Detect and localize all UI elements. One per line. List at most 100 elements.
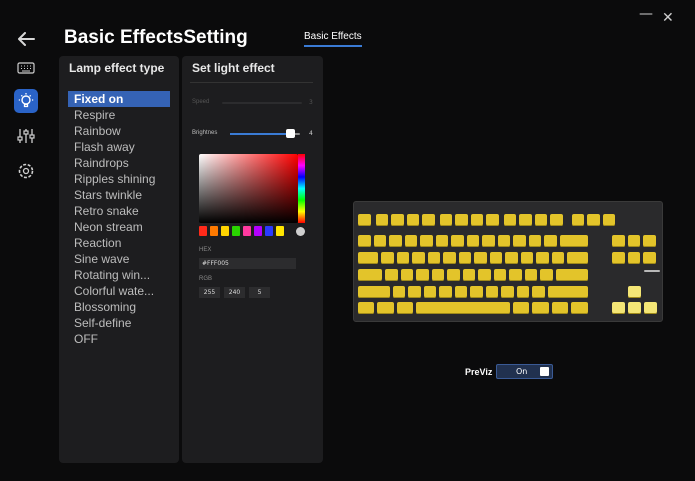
keyboard-key[interactable] — [627, 252, 640, 264]
keyboard-key[interactable] — [431, 269, 445, 281]
keyboard-key[interactable] — [493, 269, 507, 281]
color-swatch[interactable] — [210, 226, 218, 236]
lightbulb-icon[interactable] — [14, 89, 38, 113]
keyboard-key[interactable] — [612, 235, 625, 247]
keyboard-key[interactable] — [509, 269, 522, 281]
keyboard-key[interactable] — [447, 269, 460, 281]
keyboard-key[interactable] — [406, 214, 419, 226]
effect-item[interactable]: Fixed on — [68, 91, 170, 107]
keyboard-key[interactable] — [404, 235, 417, 247]
color-swatch[interactable] — [276, 226, 284, 236]
hex-input[interactable]: #FFF005 — [199, 258, 296, 269]
effect-item[interactable]: Reaction — [68, 235, 170, 251]
keyboard-key[interactable] — [358, 286, 390, 298]
keyboard-key[interactable] — [555, 269, 588, 281]
back-arrow-icon[interactable] — [14, 27, 38, 51]
keyboard-key[interactable] — [373, 235, 386, 247]
keyboard-key[interactable] — [466, 235, 479, 247]
keyboard-key[interactable] — [377, 302, 394, 314]
keyboard-key[interactable] — [550, 214, 563, 226]
keyboard-key[interactable] — [400, 269, 414, 281]
keyboard-key[interactable] — [454, 286, 468, 298]
white-color-dot[interactable] — [296, 227, 305, 236]
keyboard-key[interactable] — [643, 235, 656, 247]
keyboard-key[interactable] — [501, 286, 514, 298]
color-picker-area[interactable] — [199, 154, 298, 223]
keyboard-key[interactable] — [462, 269, 476, 281]
speed-slider[interactable] — [222, 102, 302, 104]
keyboard-key[interactable] — [458, 252, 472, 264]
tab-basic-effects[interactable]: Basic Effects — [304, 31, 362, 47]
keyboard-key[interactable] — [396, 302, 414, 314]
gear-icon[interactable] — [14, 159, 38, 183]
effect-item[interactable]: Retro snake — [68, 203, 170, 219]
previz-toggle[interactable]: On — [496, 364, 553, 379]
keyboard-key[interactable] — [559, 235, 588, 247]
keyboard-key[interactable] — [532, 302, 549, 314]
color-swatch[interactable] — [221, 226, 229, 236]
keyboard-key[interactable] — [628, 302, 641, 314]
keyboard-key[interactable] — [423, 286, 437, 298]
keyboard-key[interactable] — [392, 286, 406, 298]
color-swatch[interactable] — [243, 226, 251, 236]
rgb-blue-input[interactable]: 5 — [249, 287, 270, 298]
keyboard-key[interactable] — [451, 235, 464, 247]
effect-item[interactable]: OFF — [68, 331, 170, 347]
sliders-icon[interactable] — [14, 124, 38, 148]
keyboard-key[interactable] — [567, 252, 588, 264]
keyboard-key[interactable] — [505, 252, 518, 264]
keyboard-key[interactable] — [627, 235, 640, 247]
keyboard-key[interactable] — [358, 302, 375, 314]
keyboard-key[interactable] — [396, 252, 410, 264]
keyboard-key[interactable] — [375, 214, 388, 226]
keyboard-key[interactable] — [408, 286, 421, 298]
keyboard-key[interactable] — [389, 235, 402, 247]
keyboard-key[interactable] — [628, 286, 641, 298]
keyboard-key[interactable] — [482, 235, 495, 247]
keyboard-key[interactable] — [612, 252, 625, 264]
keyboard-key[interactable] — [524, 269, 538, 281]
keyboard-key[interactable] — [435, 235, 448, 247]
keyboard-key[interactable] — [612, 302, 625, 314]
keyboard-key[interactable] — [497, 235, 510, 247]
keyboard-key[interactable] — [547, 286, 588, 298]
keyboard-key[interactable] — [470, 286, 483, 298]
close-button[interactable]: ✕ — [662, 10, 674, 26]
keyboard-key[interactable] — [391, 214, 404, 226]
keyboard-key[interactable] — [544, 235, 557, 247]
effect-item[interactable]: Rainbow — [68, 123, 170, 139]
keyboard-key[interactable] — [486, 214, 499, 226]
keyboard-key[interactable] — [519, 214, 532, 226]
keyboard-key[interactable] — [503, 214, 516, 226]
keyboard-key[interactable] — [427, 252, 441, 264]
color-swatch[interactable] — [232, 226, 240, 236]
keyboard-key[interactable] — [534, 214, 547, 226]
keyboard-key[interactable] — [485, 286, 499, 298]
effect-item[interactable]: Colorful wate... — [68, 283, 170, 299]
keyboard-key[interactable] — [571, 302, 588, 314]
effect-item[interactable]: Rotating win... — [68, 267, 170, 283]
keyboard-key[interactable] — [358, 252, 379, 264]
keyboard-key[interactable] — [358, 269, 383, 281]
keyboard-key[interactable] — [412, 252, 425, 264]
effect-item[interactable]: Ripples shining — [68, 171, 170, 187]
keyboard-key[interactable] — [416, 302, 510, 314]
keyboard-key[interactable] — [516, 286, 530, 298]
effect-item[interactable]: Blossoming — [68, 299, 170, 315]
rgb-green-input[interactable]: 240 — [224, 287, 245, 298]
brightness-slider-thumb[interactable] — [285, 129, 295, 138]
rgb-red-input[interactable]: 255 — [199, 287, 220, 298]
minimize-button[interactable]: — — [639, 6, 653, 22]
effect-item[interactable]: Raindrops — [68, 155, 170, 171]
color-swatch[interactable] — [199, 226, 207, 236]
keyboard-key[interactable] — [443, 252, 456, 264]
keyboard-key[interactable] — [602, 214, 615, 226]
color-swatch[interactable] — [265, 226, 273, 236]
keyboard-key[interactable] — [478, 269, 491, 281]
effect-item[interactable]: Self-define — [68, 315, 170, 331]
keyboard-key[interactable] — [513, 302, 530, 314]
effect-item[interactable]: Stars twinkle — [68, 187, 170, 203]
keyboard-key[interactable] — [420, 235, 433, 247]
keyboard-key[interactable] — [474, 252, 487, 264]
effect-item[interactable]: Neon stream — [68, 219, 170, 235]
